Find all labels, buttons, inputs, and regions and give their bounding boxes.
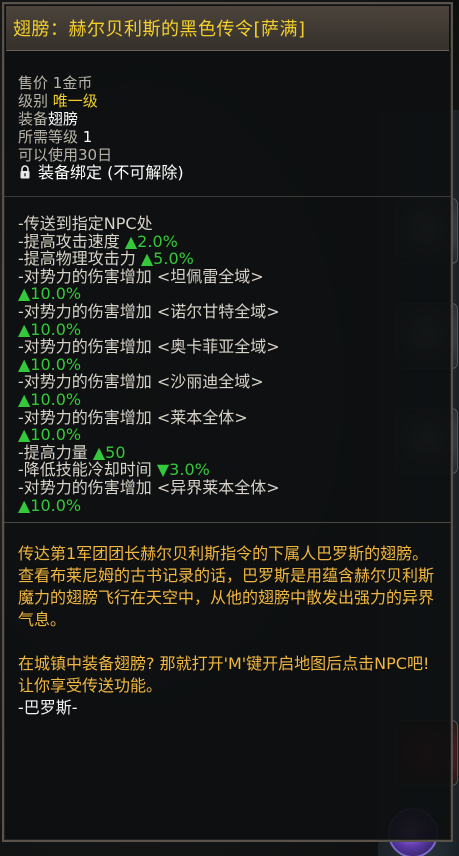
stat-line: -降低技能冷却时间 ▼3.0% <box>18 461 443 479</box>
price-label: 售价 <box>18 74 49 92</box>
stat-value: ▼3.0% <box>156 460 210 480</box>
grade-label: 级别 <box>18 92 49 110</box>
stat-text: -对势力的伤害增加 <异界莱本全体> <box>18 477 280 497</box>
stat-line: ▲10.0% <box>18 354 443 374</box>
stat-line: ▲10.0% <box>18 495 443 515</box>
stat-line: -对势力的伤害增加 <奥卡菲亚全域> <box>18 338 443 356</box>
tooltip-title-bar: 翅膀：赫尔贝利斯的黑色传令[萨满] <box>6 6 449 51</box>
description-lore: 传达第1军团团长赫尔贝利斯指令的下属人巴罗斯的翅膀。查看布莱尼姆的古书记录的话，… <box>18 544 435 630</box>
stat-text: -对势力的伤害增加 <沙丽迪全域> <box>18 372 264 392</box>
lock-icon <box>20 165 30 179</box>
stat-value: ▲5.0% <box>140 249 194 269</box>
stat-line: -提高力量 ▲50 <box>18 442 443 462</box>
level-label: 所需等级 <box>18 128 79 146</box>
stat-line: -对势力的伤害增加 <诺尔甘特全域> <box>18 303 443 321</box>
stat-line: -对势力的伤害增加 <坦佩雷全域> <box>18 266 443 286</box>
stat-text: -对势力的伤害增加 <坦佩雷全域> <box>18 266 264 286</box>
stat-value: ▲10.0% <box>18 284 82 304</box>
price-row: 售价 1金币 <box>18 74 443 92</box>
stat-value: ▲10.0% <box>18 389 82 409</box>
stat-line: -对势力的伤害增加 <莱本全体> <box>18 407 443 427</box>
stat-value: ▲10.0% <box>18 354 82 374</box>
item-tooltip: 翅膀：赫尔贝利斯的黑色传令[萨满] 售价 1金币 级别 唯一级 装备翅膀 所需等… <box>2 2 453 842</box>
stat-text: -对势力的伤害增加 <奥卡菲亚全域> <box>18 337 280 357</box>
equip-value: 翅膀 <box>48 110 79 128</box>
stat-line: -对势力的伤害增加 <异界莱本全体> <box>18 479 443 497</box>
game-screen: 翅膀：赫尔贝利斯的黑色传令[萨满] 售价 1金币 级别 唯一级 装备翅膀 所需等… <box>0 0 459 856</box>
stat-line: ▲10.0% <box>18 319 443 339</box>
duration-text: 可以使用30日 <box>18 146 113 164</box>
bound-row: 装备绑定 (不可解除) <box>18 164 443 182</box>
stat-line: ▲10.0% <box>18 426 443 444</box>
stat-text: -降低技能冷却时间 <box>18 460 157 480</box>
item-name: 翅膀：赫尔贝利斯的黑色传令[萨满] <box>13 19 306 40</box>
stat-value: ▲10.0% <box>18 319 82 339</box>
stat-line: -提高物理攻击力 ▲5.0% <box>18 250 443 268</box>
grade-row: 级别 唯一级 <box>18 92 443 110</box>
stat-line: ▲10.0% <box>18 285 443 303</box>
stat-text: -传送到指定NPC处 <box>18 214 153 233</box>
stat-text: -提高力量 <box>18 442 93 462</box>
stat-text: -对势力的伤害增加 <诺尔甘特全域> <box>18 301 280 321</box>
equip-row: 装备翅膀 <box>18 110 443 128</box>
stat-value: ▲10.0% <box>18 495 82 515</box>
item-stats: -传送到指定NPC处 -提高攻击速度 ▲2.0% -提高物理攻击力 ▲5.0% -对势… <box>4 197 451 524</box>
equip-label: 装备 <box>18 110 49 128</box>
description-signature: -巴罗斯- <box>18 698 78 718</box>
stat-text: -提高攻击速度 <box>18 231 125 251</box>
bound-text: 装备绑定 (不可解除) <box>38 163 184 182</box>
price-value: 1金币 <box>52 74 93 92</box>
level-row: 所需等级 1 <box>18 128 443 146</box>
grade-value: 唯一级 <box>52 92 98 110</box>
stat-value: ▲50 <box>92 442 126 462</box>
stat-line: ▲10.0% <box>18 391 443 409</box>
stat-value: ▲10.0% <box>18 425 82 445</box>
stat-text: -对势力的伤害增加 <莱本全体> <box>18 407 248 427</box>
level-value: 1 <box>82 128 93 146</box>
stat-line: -传送到指定NPC处 <box>18 215 443 233</box>
item-description: 传达第1军团团长赫尔贝利斯指令的下属人巴罗斯的翅膀。查看布莱尼姆的古书记录的话，… <box>4 523 451 719</box>
stat-line: -提高攻击速度 ▲2.0% <box>18 231 443 251</box>
stat-text: -提高物理攻击力 <box>18 249 141 269</box>
stat-line: -对势力的伤害增加 <沙丽迪全域> <box>18 373 443 391</box>
description-usage: 在城镇中装备翅膀? 那就打开'M'键开启地图后点击NPC吧! 让你享受传送功能。 <box>18 654 430 696</box>
stat-value: ▲2.0% <box>124 231 178 251</box>
item-info: 售价 1金币 级别 唯一级 装备翅膀 所需等级 1 可以使用30日 装备绑定 ( <box>4 51 451 197</box>
